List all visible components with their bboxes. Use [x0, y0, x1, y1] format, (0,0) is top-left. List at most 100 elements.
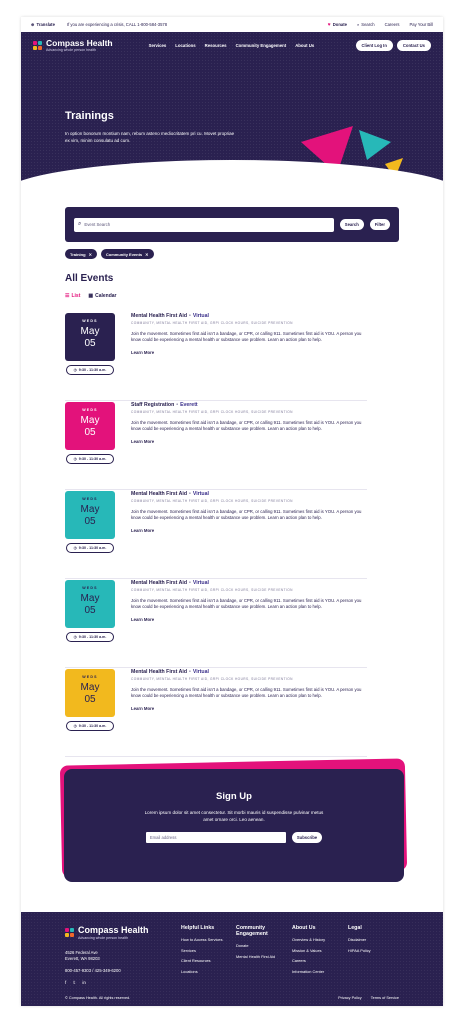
event-tags: COMMUNITY, MENTAL HEALTH FIRST AID, GRPI…: [131, 499, 293, 503]
footer-link[interactable]: Locations: [181, 969, 225, 974]
copyright: © Compass Health. All rights reserved.: [65, 996, 131, 1000]
footer-link[interactable]: Mission & Values: [292, 948, 336, 953]
calendar-view-button[interactable]: ▦ Calendar: [88, 293, 116, 299]
footer-link[interactable]: HIPAA Policy: [348, 948, 392, 953]
contact-us-button[interactable]: Contact Us: [396, 40, 431, 51]
subscribe-button[interactable]: Subscribe: [291, 832, 323, 844]
nav-community-engagement[interactable]: Community Engagement: [236, 43, 287, 48]
nav-locations[interactable]: Locations: [175, 43, 195, 48]
event-weekday: WEDS: [82, 319, 98, 323]
footer-link[interactable]: How to Access Services: [181, 937, 225, 942]
nav-services[interactable]: Services: [149, 43, 167, 48]
event-location: Virtual: [192, 491, 209, 497]
divider: [65, 578, 367, 579]
main-nav: Compass Health Advancing whole person he…: [21, 32, 443, 59]
facebook-icon[interactable]: f: [65, 980, 66, 986]
event-title[interactable]: Mental Health First Aid • Virtual: [131, 491, 367, 497]
event-item: WEDS May 05 ◷ 9:30 - 11:30 a.m. Mental Health…: [65, 669, 367, 757]
utility-bar: ⊕ Translate If you are experiencing a cr…: [21, 17, 443, 32]
event-day: 05: [84, 605, 96, 616]
footer-logo[interactable]: Compass Health Advancing whole person he…: [65, 926, 149, 940]
event-item: WEDS May 05 ◷ 9:30 - 11:30 a.m. Mental Health…: [65, 313, 367, 401]
learn-more-link[interactable]: Learn More: [131, 350, 367, 355]
linkedin-icon[interactable]: in: [82, 980, 86, 986]
twitter-icon[interactable]: 𝕥: [73, 980, 75, 986]
terms-of-service-link[interactable]: Terms of Service: [371, 996, 399, 1000]
page-frame: ⊕ Translate If you are experiencing a cr…: [21, 17, 443, 1006]
divider: [65, 489, 367, 490]
careers-link[interactable]: Careers: [385, 22, 400, 27]
event-location: Virtual: [192, 313, 209, 319]
footer-link[interactable]: Services: [181, 948, 225, 953]
event-day: 05: [84, 427, 96, 438]
social-links: f 𝕥 in: [65, 980, 86, 986]
event-title[interactable]: Mental Health First Aid • Virtual: [131, 313, 367, 319]
client-login-button[interactable]: Client Log In: [355, 40, 393, 51]
compass-logo-icon: [65, 928, 75, 938]
footer-link[interactable]: Overview & History: [292, 937, 336, 942]
divider: [65, 756, 367, 757]
logo[interactable]: Compass Health Advancing whole person he…: [33, 37, 113, 52]
event-tags: COMMUNITY, MENTAL HEALTH FIRST AID, GRPI…: [131, 588, 293, 592]
calendar-icon: ▦: [88, 293, 94, 299]
clock-icon: ◷: [73, 457, 77, 461]
event-description: Join the movement. Sometimes first aid i…: [131, 509, 362, 521]
search-link[interactable]: ⌕ Search: [357, 22, 375, 27]
privacy-policy-link[interactable]: Privacy Policy: [338, 996, 362, 1000]
signup-title: Sign Up: [216, 791, 252, 802]
crisis-line[interactable]: If you are experiencing a crisis, CALL 1…: [67, 22, 328, 27]
compass-logo-icon: [33, 40, 43, 51]
footer-address: 4526 Federal Ave Everett, WA 98203: [65, 950, 100, 962]
filter-button[interactable]: Filter: [369, 219, 390, 230]
event-description: Join the movement. Sometimes first aid i…: [131, 598, 362, 610]
footer-link[interactable]: Information Center: [292, 969, 336, 974]
footer-link[interactable]: Client Resources: [181, 958, 225, 963]
event-month: May: [80, 326, 100, 337]
event-description: Join the movement. Sometimes first aid i…: [131, 420, 362, 432]
hero-description: In option bonorum montium nam, rebum ast…: [65, 131, 235, 143]
signup-form: Subscribe: [64, 832, 404, 844]
brand-name: Compass Health: [46, 37, 113, 48]
event-title[interactable]: Staff Registration • Everett: [131, 402, 367, 408]
donate-link[interactable]: ♥ Donate: [328, 22, 347, 28]
nav-about-us[interactable]: About Us: [295, 43, 314, 48]
filter-chip-training[interactable]: Training ✕: [65, 249, 97, 260]
email-field[interactable]: [145, 832, 286, 844]
event-weekday: WEDS: [82, 408, 98, 412]
clock-icon: ◷: [73, 724, 77, 728]
footer-link[interactable]: Disclaimer: [348, 937, 392, 942]
view-toggle: ☰ List ▦ Calendar: [65, 293, 117, 299]
event-description: Join the movement. Sometimes first aid i…: [131, 687, 362, 699]
footer-link[interactable]: Careers: [292, 958, 336, 963]
learn-more-link[interactable]: Learn More: [131, 528, 367, 533]
list-view-button[interactable]: ☰ List: [65, 293, 80, 299]
nav-links: Services Locations Resources Community E…: [149, 43, 315, 48]
learn-more-link[interactable]: Learn More: [131, 706, 367, 711]
search-button[interactable]: Search: [339, 219, 364, 230]
footer-link[interactable]: Mental Health First Aid: [236, 954, 280, 959]
event-time: ◷ 9:30 - 11:30 a.m.: [66, 721, 114, 731]
learn-more-link[interactable]: Learn More: [131, 439, 367, 444]
footer-link[interactable]: Donate: [236, 943, 280, 948]
globe-icon: ⊕: [31, 22, 35, 27]
event-search-input[interactable]: [84, 222, 330, 227]
heart-icon: ♥: [327, 21, 331, 28]
event-month: May: [80, 682, 100, 693]
footer-phones[interactable]: 800-457-9303 / 425-349-6200: [65, 968, 121, 973]
event-month: May: [80, 504, 100, 515]
pay-bill-link[interactable]: Pay Your Bill: [409, 22, 433, 27]
events-heading: All Events: [65, 273, 114, 284]
event-location: Everett: [180, 402, 198, 408]
page-title: Trainings: [65, 110, 114, 122]
close-icon[interactable]: ✕: [89, 252, 92, 257]
clock-icon: ◷: [73, 546, 77, 550]
filter-chip-community-events[interactable]: Community Events ✕: [100, 249, 154, 260]
event-title[interactable]: Mental Health First Aid • Virtual: [131, 580, 367, 586]
translate-button[interactable]: ⊕ Translate: [31, 22, 55, 27]
learn-more-link[interactable]: Learn More: [131, 617, 367, 622]
event-title[interactable]: Mental Health First Aid • Virtual: [131, 669, 367, 675]
nav-resources[interactable]: Resources: [205, 43, 227, 48]
close-icon[interactable]: ✕: [145, 252, 148, 257]
event-time: ◷ 9:30 - 11:30 a.m.: [66, 454, 114, 464]
event-day: 05: [84, 338, 96, 349]
